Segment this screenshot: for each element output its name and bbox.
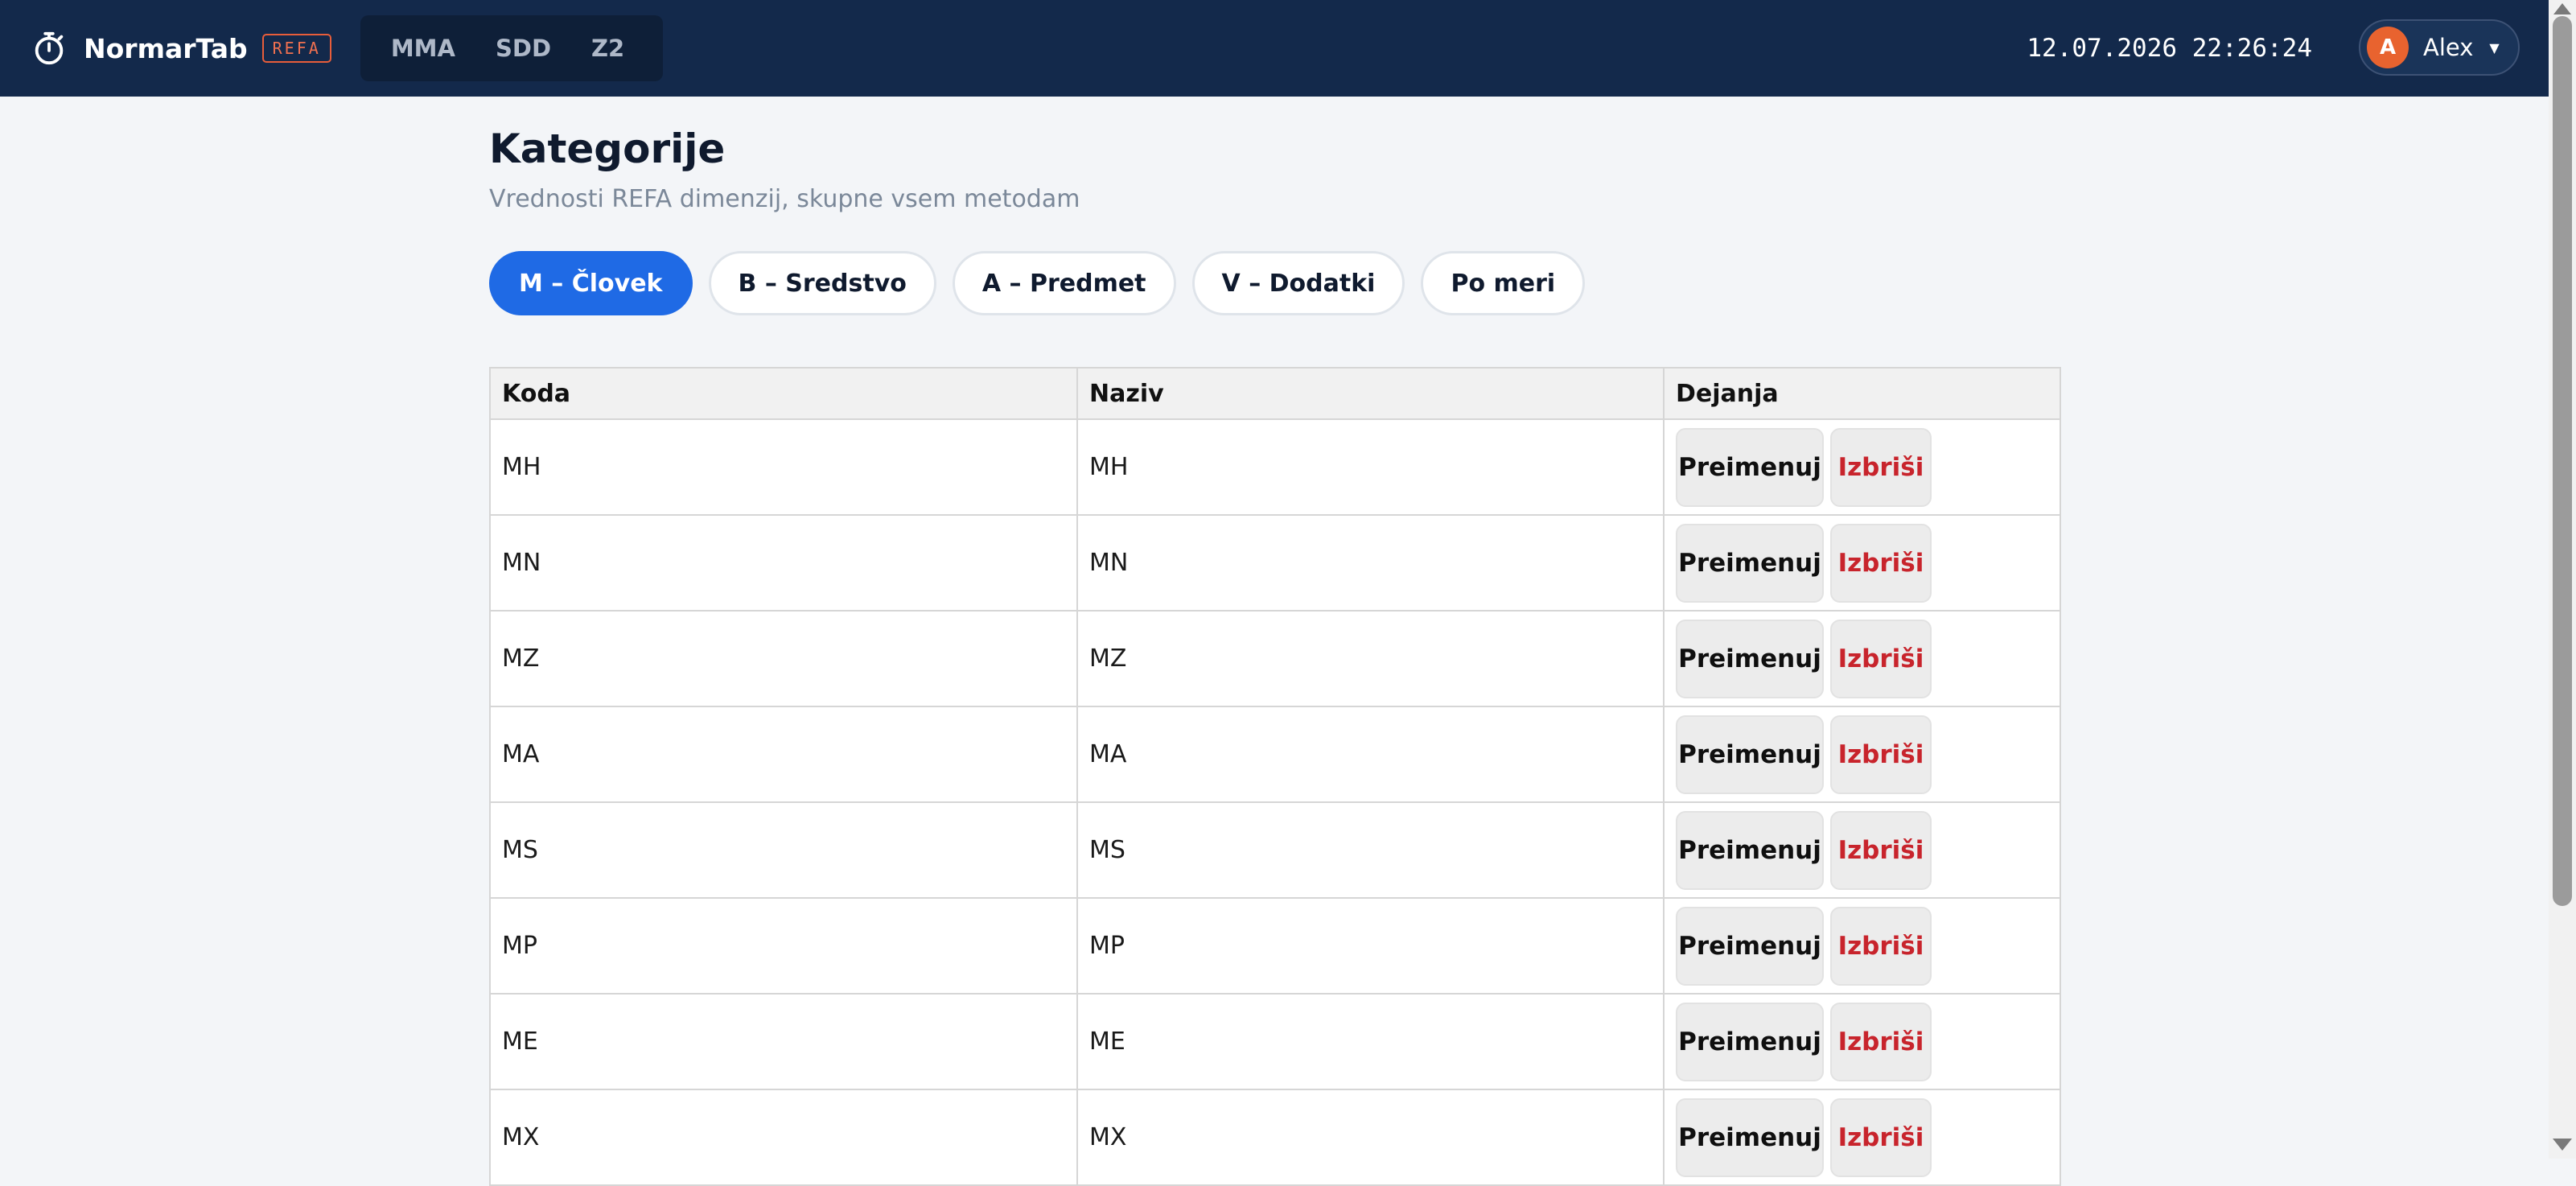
cell-name: MA: [1076, 706, 1665, 803]
cell-actions: Preimenuj Izbriši: [1663, 418, 2061, 516]
page-title: Kategorije: [489, 126, 726, 172]
app-name: NormarTab: [84, 32, 248, 64]
top-bar: NormarTab REFA MMA SDD Z2 12.07.2026 22:…: [0, 0, 2549, 97]
cell-name: MX: [1076, 1089, 1665, 1186]
cell-actions: Preimenuj Izbriši: [1663, 1089, 2061, 1186]
delete-button[interactable]: Izbriši: [1830, 1097, 1932, 1177]
column-header-dejanja: Dejanja: [1663, 367, 2061, 420]
rename-button[interactable]: Preimenuj: [1676, 619, 1824, 698]
caret-down-icon: ▼: [2489, 39, 2500, 56]
cell-code: MZ: [489, 610, 1078, 707]
category-tabs: M – Človek B – Sredstvo A – Predmet V – …: [489, 251, 1601, 315]
table-row: MN MN Preimenuj Izbriši: [489, 514, 2061, 612]
cell-code: MA: [489, 706, 1078, 803]
user-menu-button[interactable]: A Alex ▼: [2359, 19, 2520, 76]
cell-actions: Preimenuj Izbriši: [1663, 514, 2061, 612]
rename-button[interactable]: Preimenuj: [1676, 810, 1824, 890]
cell-name: MS: [1076, 801, 1665, 899]
page-subtitle: Vrednosti REFA dimenzij, skupne vsem met…: [489, 185, 1080, 213]
delete-button[interactable]: Izbriši: [1830, 714, 1932, 794]
column-header-koda: Koda: [489, 367, 1078, 420]
scrollbar-thumb[interactable]: [2553, 16, 2572, 906]
cell-code: MN: [489, 514, 1078, 612]
cell-name: MN: [1076, 514, 1665, 612]
rename-button[interactable]: Preimenuj: [1676, 523, 1824, 603]
table-row: ME ME Preimenuj Izbriši: [489, 993, 2061, 1090]
cell-code: MS: [489, 801, 1078, 899]
rename-button[interactable]: Preimenuj: [1676, 1002, 1824, 1081]
tab-v-dodatki[interactable]: V – Dodatki: [1191, 251, 1405, 315]
tab-m-clovek[interactable]: M – Človek: [489, 251, 693, 315]
cell-code: MP: [489, 897, 1078, 995]
table-row: MX MX Preimenuj Izbriši: [489, 1089, 2061, 1186]
cell-actions: Preimenuj Izbriši: [1663, 993, 2061, 1090]
rename-button[interactable]: Preimenuj: [1676, 1097, 1824, 1177]
table-row: MP MP Preimenuj Izbriši: [489, 897, 2061, 995]
tab-b-sredstvo[interactable]: B – Sredstvo: [708, 251, 936, 315]
brand[interactable]: NormarTab REFA: [31, 30, 331, 67]
table-row: MS MS Preimenuj Izbriši: [489, 801, 2061, 899]
delete-button[interactable]: Izbriši: [1830, 1002, 1932, 1081]
cell-name: ME: [1076, 993, 1665, 1090]
table-header-row: Koda Naziv Dejanja: [489, 367, 2061, 420]
rename-button[interactable]: Preimenuj: [1676, 906, 1824, 986]
cell-actions: Preimenuj Izbriši: [1663, 610, 2061, 707]
nav-item-mma[interactable]: MMA: [377, 25, 470, 72]
cell-actions: Preimenuj Izbriši: [1663, 801, 2061, 899]
delete-button[interactable]: Izbriši: [1830, 810, 1932, 890]
page-scrollbar[interactable]: [2549, 0, 2576, 1159]
cell-name: MZ: [1076, 610, 1665, 707]
tab-a-predmet[interactable]: A – Predmet: [952, 251, 1176, 315]
datetime-display: 12.07.2026 22:26:24: [2027, 34, 2312, 63]
cell-name: MP: [1076, 897, 1665, 995]
user-name: Alex: [2423, 34, 2474, 61]
cell-actions: Preimenuj Izbriši: [1663, 706, 2061, 803]
table-row: MH MH Preimenuj Izbriši: [489, 418, 2061, 516]
cell-code: MH: [489, 418, 1078, 516]
main-nav: MMA SDD Z2: [360, 15, 663, 81]
delete-button[interactable]: Izbriši: [1830, 906, 1932, 986]
rename-button[interactable]: Preimenuj: [1676, 427, 1824, 507]
delete-button[interactable]: Izbriši: [1830, 523, 1932, 603]
cell-code: MX: [489, 1089, 1078, 1186]
cell-code: ME: [489, 993, 1078, 1090]
scroll-up-arrow-icon[interactable]: [2549, 0, 2576, 18]
column-header-naziv: Naziv: [1076, 367, 1665, 420]
avatar: A: [2367, 27, 2409, 68]
table-row: MZ MZ Preimenuj Izbriši: [489, 610, 2061, 707]
categories-table: Koda Naziv Dejanja MH MH Preimenuj Izbriš…: [489, 367, 2061, 1186]
table-row: MA MA Preimenuj Izbriši: [489, 706, 2061, 803]
refa-badge: REFA: [261, 34, 331, 63]
tab-po-meri[interactable]: Po meri: [1421, 251, 1586, 315]
scroll-down-arrow-icon[interactable]: [2549, 1133, 2576, 1155]
rename-button[interactable]: Preimenuj: [1676, 714, 1824, 794]
cell-name: MH: [1076, 418, 1665, 516]
nav-item-sdd[interactable]: SDD: [481, 25, 566, 72]
delete-button[interactable]: Izbriši: [1830, 427, 1932, 507]
stopwatch-icon: [35, 31, 64, 65]
cell-actions: Preimenuj Izbriši: [1663, 897, 2061, 995]
delete-button[interactable]: Izbriši: [1830, 619, 1932, 698]
nav-item-z2[interactable]: Z2: [577, 25, 639, 72]
